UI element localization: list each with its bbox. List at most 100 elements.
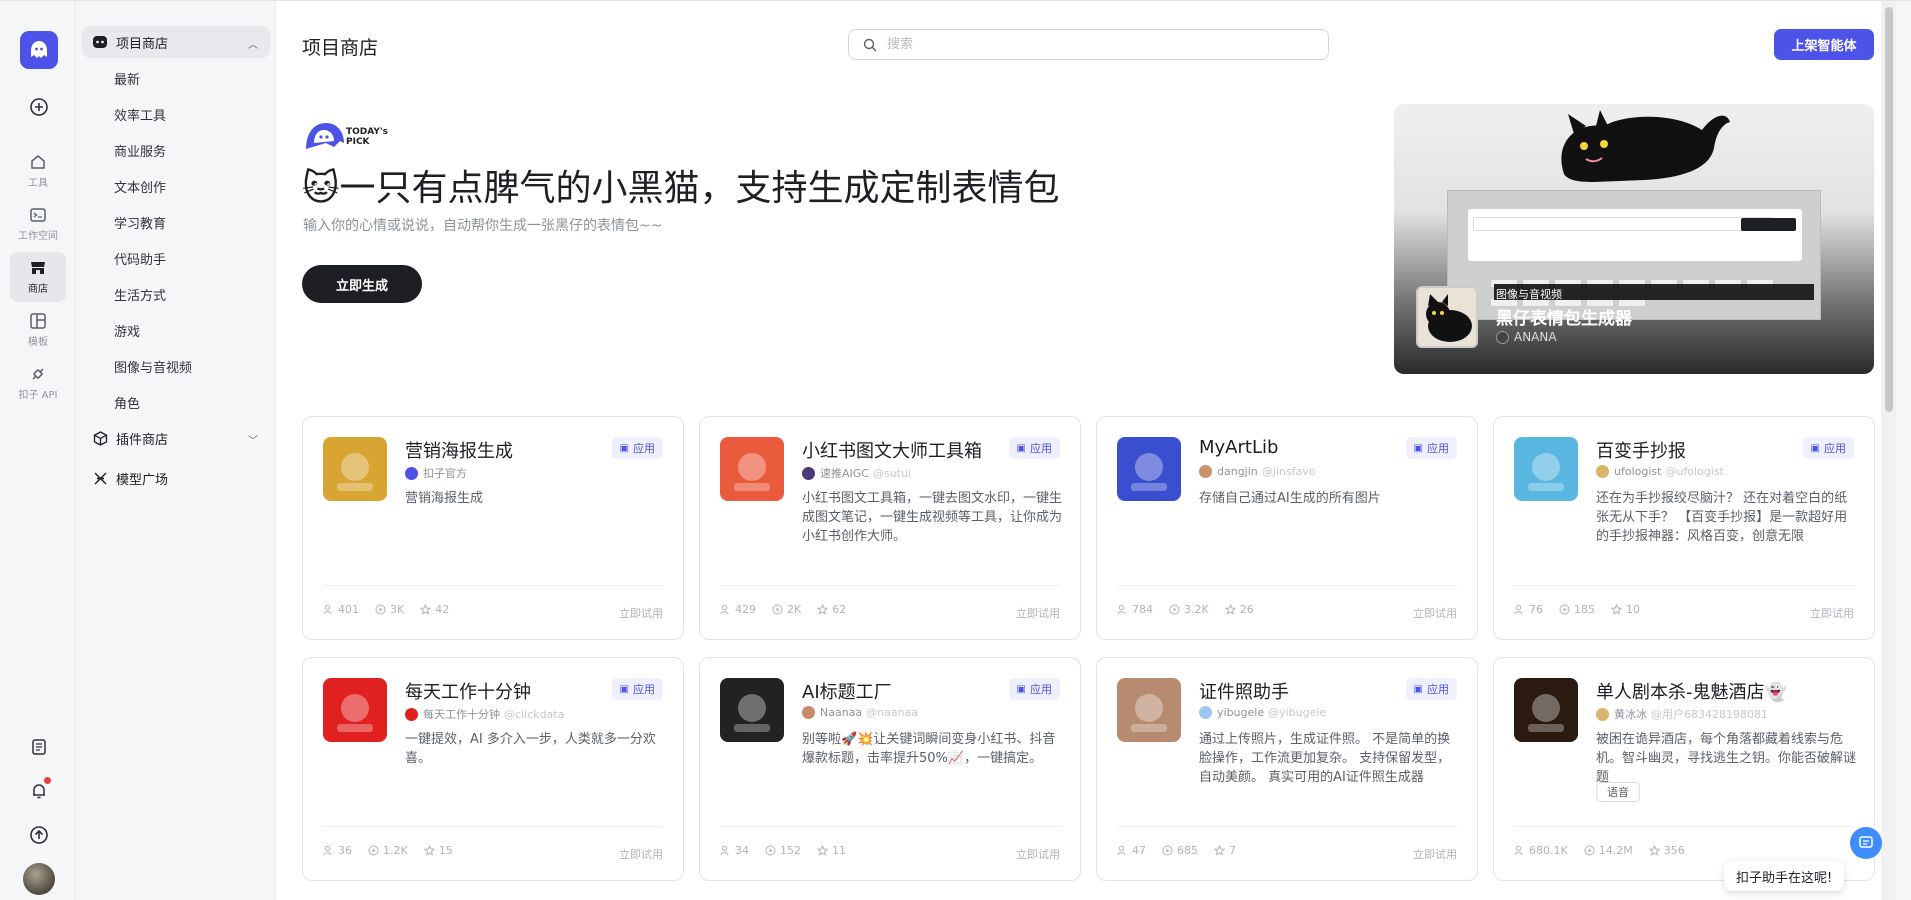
sidebar-item-model-plaza[interactable]: 模型广场 <box>82 462 270 494</box>
banner-author: ANANA <box>1496 330 1557 344</box>
star-icon <box>1214 845 1225 856</box>
card-stats: 680.1K 14.2M 356 <box>1514 844 1685 857</box>
hero-title: 🐱一只有点脾气的小黑猫，支持生成定制表情包 <box>302 168 1060 209</box>
users-stat: 680.1K <box>1514 844 1568 857</box>
featured-banner[interactable]: 图像与音视频 黑仔表情包生成器 ANANA <box>1394 104 1874 374</box>
sidebar-subitem[interactable]: 效率工具 <box>114 105 166 124</box>
banner-author-name: ANANA <box>1514 330 1557 344</box>
rail-item-store[interactable]: 商店 <box>10 252 66 302</box>
chat-icon <box>1859 836 1873 848</box>
sidebar-subitem[interactable]: 游戏 <box>114 321 140 340</box>
try-now-link[interactable]: 立即试用 <box>1413 605 1457 621</box>
try-now-link[interactable]: 立即试用 <box>619 605 663 621</box>
author-name: 速推AIGC <box>820 467 869 480</box>
card-description: 别等啦🚀💥让关键词瞬间变身小红书、抖音爆款标题，击率提升50%📈，一键搞定。 <box>802 732 1056 766</box>
sidebar-item-project-store[interactable]: 项目商店 ︿ <box>82 26 270 58</box>
sidebar-subitem[interactable]: 最新 <box>114 69 140 88</box>
bell-icon[interactable] <box>19 771 59 811</box>
sidebar-subitem[interactable]: 图像与音视频 <box>114 357 192 376</box>
try-now-link[interactable]: 立即试用 <box>1413 846 1457 862</box>
card-description: 被困在诡异酒店，每个角落都藏着线索与危机。智斗幽灵，寻找逃生之钥。你能否破解谜题 <box>1596 732 1857 785</box>
runs-count: 3.2K <box>1184 603 1209 616</box>
card-thumbnail <box>1117 678 1181 742</box>
project-card[interactable]: 小红书图文大师工具箱 ▣ 应用 速推AIGC @sutui 小红书图文工具箱，一键去图文水… <box>699 416 1081 640</box>
docs-icon[interactable] <box>19 727 59 767</box>
app-tag: ▣ 应用 <box>1008 678 1060 700</box>
sidebar-subitem[interactable]: 代码助手 <box>114 249 166 268</box>
card-description: 小红书图文工具箱，一键去图文水印，一键生成图文笔记，一键生成视频等工具，让你成为… <box>802 491 1063 544</box>
author-avatar <box>1199 706 1212 719</box>
runs-stat: 152 <box>765 844 801 857</box>
try-now-link[interactable]: 立即试用 <box>1810 605 1854 621</box>
upgrade-icon[interactable] <box>19 815 59 855</box>
sidebar-subitem[interactable]: 文本创作 <box>114 177 166 196</box>
card-title: MyArtLib <box>1199 437 1279 458</box>
rail-label: 模板 <box>28 337 48 348</box>
card-author: 每天工作十分钟 @clickdata <box>405 706 564 722</box>
card-title: 单人剧本杀-鬼魅酒店👻 <box>1596 682 1787 703</box>
author-handle: @用户6834281980​81 <box>1651 708 1768 721</box>
project-card[interactable]: 每天工作十分钟 ▣ 应用 每天工作十分钟 @clickdata 一键提效，AI 多介入一步… <box>302 657 684 881</box>
main-content: 项目商店 上架智能体 TODAY's PICK 🐱一只有点脾气的小黑猫，支持生成… <box>276 1 1896 900</box>
scrollbar-thumb[interactable] <box>1885 7 1893 412</box>
app-icon: ▣ <box>1810 442 1820 454</box>
user-avatar[interactable] <box>23 863 55 895</box>
users-icon <box>720 845 729 856</box>
runs-count: 152 <box>780 844 801 857</box>
sidebar-item-plugin-store[interactable]: 插件商店 ﹀ <box>82 422 270 454</box>
scrollbar[interactable] <box>1881 1 1896 900</box>
card-divider <box>323 585 663 586</box>
project-card[interactable]: 单人剧本杀-鬼魅酒店👻 黄冰冰 @用户6834281980​81 被困在诡异酒店，每个… <box>1493 657 1875 881</box>
add-icon[interactable] <box>19 87 59 127</box>
rail-item-template[interactable]: 模板 <box>10 305 66 355</box>
sidebar-subitem[interactable]: 生活方式 <box>114 285 166 304</box>
rail-item-workspace[interactable]: 工作空间 <box>10 199 66 249</box>
sidebar-subitem[interactable]: 学习教育 <box>114 213 166 232</box>
try-now-link[interactable]: 立即试用 <box>1016 605 1060 621</box>
assistant-button[interactable] <box>1850 827 1882 859</box>
coze-logo-icon[interactable] <box>20 31 58 69</box>
app-tag: ▣ 应用 <box>1405 678 1457 700</box>
card-title: 每天工作十分钟 <box>405 682 531 703</box>
publish-agent-button[interactable]: 上架智能体 <box>1774 29 1874 60</box>
play-icon <box>1584 845 1595 856</box>
sidebar-subitem[interactable]: 商业服务 <box>114 141 166 160</box>
card-description: 营销海报生成 <box>405 491 484 506</box>
rail-item-home[interactable]: 工具 <box>10 146 66 196</box>
users-stat: 47 <box>1117 844 1146 857</box>
notification-dot <box>44 777 51 784</box>
search-box[interactable] <box>848 29 1329 60</box>
stars-stat: 15 <box>423 844 453 857</box>
try-now-link[interactable]: 立即试用 <box>619 846 663 862</box>
page-title: 项目商店 <box>302 37 379 59</box>
project-card[interactable]: 百变手抄报 ▣ 应用 ufologist @ufologist 还在为手抄报绞尽脑汁？ 还… <box>1493 416 1875 640</box>
rail-item-api[interactable]: 扣子 API <box>10 358 66 408</box>
try-now-link[interactable]: 立即试用 <box>1016 846 1060 862</box>
project-card[interactable]: AI标题工厂 ▣ 应用 Naanaa @naanaa 别等啦🚀💥让关键词瞬间变身小红书、抖… <box>699 657 1081 881</box>
sidebar-item-label: 插件商店 <box>116 432 169 448</box>
users-icon <box>1514 845 1523 856</box>
app-tag: ▣ 应用 <box>611 678 663 700</box>
card-divider <box>1514 585 1854 586</box>
author-name: dangjin <box>1217 465 1258 478</box>
users-count: 47 <box>1132 844 1146 857</box>
card-title: 营销海报生成 <box>405 441 513 462</box>
app-tag: ▣ 应用 <box>611 437 663 459</box>
project-card[interactable]: 营销海报生成 ▣ 应用 扣子官方 营销海报生成 401 3K 42 立即试用 <box>302 416 684 640</box>
assistant-bubble[interactable]: 扣子助手在这呢! <box>1724 861 1845 891</box>
app-icon: ▣ <box>1413 683 1423 695</box>
generate-now-button[interactable]: 立即生成 <box>302 265 422 303</box>
users-count: 36 <box>338 844 352 857</box>
sidebar-subitem[interactable]: 角色 <box>114 393 140 412</box>
card-stats: 34 152 11 <box>720 844 846 857</box>
card-thumbnail <box>1514 437 1578 501</box>
runs-stat: 14.2M <box>1584 844 1633 857</box>
todays-pick-label: TODAY's PICK <box>346 127 388 147</box>
author-avatar <box>1199 465 1212 478</box>
project-card[interactable]: MyArtLib ▣ 应用 dangjin @jinsfavo 存储自己通过AI生成的所有… <box>1096 416 1478 640</box>
stars-stat: 42 <box>420 603 449 616</box>
project-card[interactable]: 证件照助手 ▣ 应用 yibugele @yibugele 通过上传照片，生成证件照。 不… <box>1096 657 1478 881</box>
banner-title: 黑仔表情包生成器 <box>1496 309 1632 329</box>
search-input[interactable] <box>887 37 1307 52</box>
runs-count: 685 <box>1177 844 1198 857</box>
